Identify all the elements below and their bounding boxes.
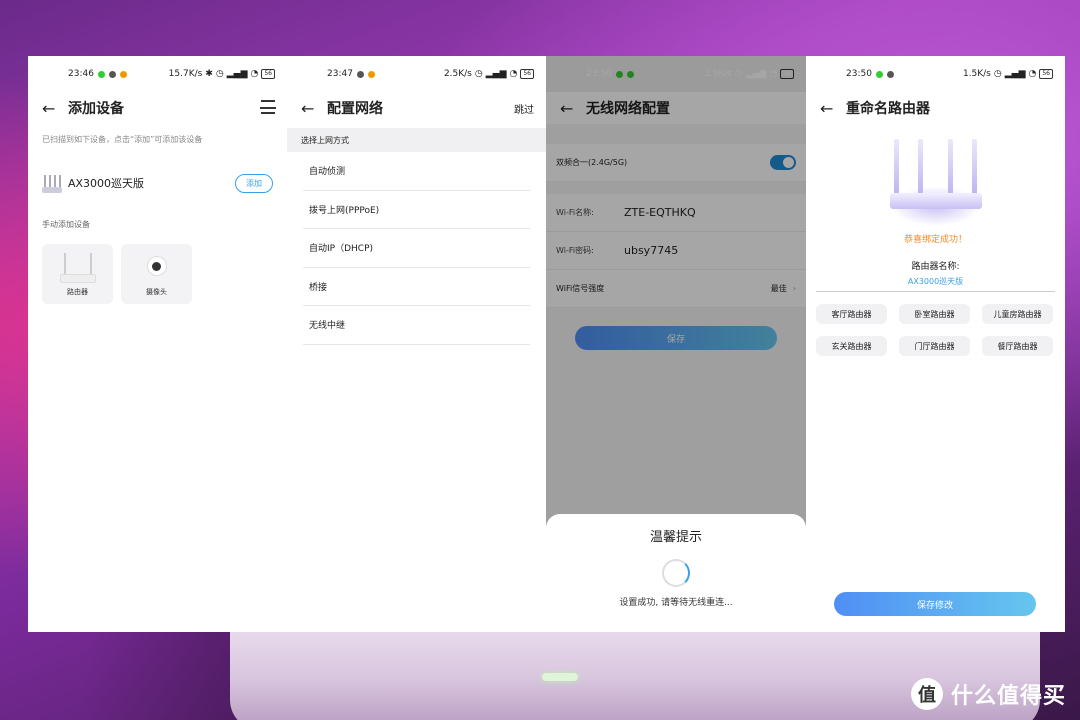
tile-label: 路由器 bbox=[67, 288, 88, 296]
router-icon bbox=[56, 249, 100, 283]
notification-icon bbox=[119, 70, 127, 78]
section-header: 选择上网方式 bbox=[287, 128, 546, 152]
signal-icon: ▂▄▆ bbox=[1004, 69, 1026, 79]
option-wireless-relay[interactable]: 无线中继 bbox=[303, 306, 530, 345]
watermark: 值 什么值得买 bbox=[910, 678, 1066, 710]
skip-button[interactable]: 跳过 bbox=[514, 101, 534, 116]
notification-icon bbox=[356, 70, 364, 78]
suggestion-chip[interactable]: 客厅路由器 bbox=[816, 304, 887, 324]
suggestion-chip[interactable]: 卧室路由器 bbox=[899, 304, 970, 324]
page-title: 配置网络 bbox=[327, 101, 383, 117]
router-name-label: 路由器名称: bbox=[911, 262, 960, 272]
found-device-row: AX3000巡天版 添加 bbox=[28, 163, 287, 203]
watermark-logo-icon: 值 bbox=[910, 678, 943, 710]
status-bar: 23:47 2.5K/s ◷ ▂▄▆ ◔ 56 bbox=[287, 56, 546, 92]
status-time: 23:50 bbox=[846, 69, 872, 79]
option-dhcp[interactable]: 自动IP（DHCP) bbox=[303, 229, 530, 268]
notification-icon bbox=[367, 70, 375, 78]
back-arrow-icon[interactable]: ← bbox=[301, 99, 327, 118]
loading-spinner-icon bbox=[662, 559, 690, 587]
rename-router-screen: 23:50 1.5K/s ◷ ▂▄▆ ◔ 56 ← 重命名路由器 恭喜绑定成功！ 路由器… bbox=[806, 56, 1065, 632]
wifi-icon: ◔ bbox=[1028, 69, 1037, 79]
app-bar: ← 重命名路由器 bbox=[806, 92, 1065, 124]
status-time: 23:47 bbox=[327, 69, 353, 79]
manual-add-label: 手动添加设备 bbox=[42, 220, 90, 229]
suggestion-chip[interactable]: 餐厅路由器 bbox=[982, 336, 1053, 356]
screenshots-row: 23:46 15.7K/s ✱ ◷ ▂▄▆ ◔ 56 ← 添加设备 已扫描到如下设备，点击… bbox=[28, 56, 1065, 632]
back-arrow-icon[interactable]: ← bbox=[42, 99, 68, 118]
status-bar: 23:50 1.5K/s ◷ ▂▄▆ ◔ 56 bbox=[806, 56, 1065, 92]
alarm-icon: ◷ bbox=[993, 69, 1002, 79]
alarm-icon: ◷ bbox=[215, 69, 224, 79]
router-name-input[interactable]: AX3000巡天版 bbox=[816, 276, 1055, 292]
tile-camera[interactable]: 摄像头 bbox=[121, 244, 192, 304]
suggestion-chip[interactable]: 门厅路由器 bbox=[899, 336, 970, 356]
suggestion-chip[interactable]: 玄关路由器 bbox=[816, 336, 887, 356]
alarm-icon: ◷ bbox=[474, 69, 483, 79]
battery-icon: 56 bbox=[261, 69, 275, 79]
name-suggestions: 客厅路由器 卧室路由器 儿童房路由器 玄关路由器 门厅路由器 餐厅路由器 bbox=[806, 304, 1065, 356]
option-pppoe[interactable]: 拨号上网(PPPoE) bbox=[303, 191, 530, 229]
router-icon bbox=[42, 173, 62, 193]
add-device-screen: 23:46 15.7K/s ✱ ◷ ▂▄▆ ◔ 56 ← 添加设备 已扫描到如下设备，点击… bbox=[28, 56, 287, 632]
save-changes-button[interactable]: 保存修改 bbox=[834, 592, 1036, 616]
notification-icon bbox=[108, 70, 116, 78]
signal-icon: ▂▄▆ bbox=[226, 69, 248, 79]
configure-network-screen: 23:47 2.5K/s ◷ ▂▄▆ ◔ 56 ← 配置网络 跳过 选择上网方式 自动侦… bbox=[287, 56, 546, 632]
watermark-text: 什么值得买 bbox=[950, 684, 1066, 709]
add-button[interactable]: 添加 bbox=[235, 173, 273, 193]
status-time: 23:46 bbox=[68, 69, 94, 79]
notification-icon bbox=[875, 70, 883, 78]
signal-icon: ▂▄▆ bbox=[485, 69, 507, 79]
network-speed: 15.7K/s bbox=[168, 69, 203, 79]
connection-type-list: 自动侦测 拨号上网(PPPoE) 自动IP（DHCP) 桥接 无线中继 bbox=[287, 152, 546, 345]
camera-icon bbox=[135, 249, 179, 283]
scan-icon[interactable] bbox=[260, 100, 276, 114]
wifi-icon: ◔ bbox=[250, 69, 259, 79]
scan-hint: 已扫描到如下设备，点击“添加”可添加该设备 bbox=[42, 135, 203, 144]
notification-icon bbox=[886, 70, 894, 78]
dialog-title: 温馨提示 bbox=[649, 530, 702, 545]
back-arrow-icon[interactable]: ← bbox=[820, 99, 846, 118]
tip-dialog: 温馨提示 设置成功, 请等待无线重连... bbox=[546, 514, 806, 632]
device-type-tiles: 路由器 摄像头 bbox=[28, 244, 287, 304]
wireless-config-screen: 23:50 3.9K/s ◷ ▂▄▆ ◔ 56 ← 无线网络配置 双频合一(2.4G/5… bbox=[546, 56, 806, 632]
status-bar: 23:46 15.7K/s ✱ ◷ ▂▄▆ ◔ 56 bbox=[28, 56, 287, 92]
page-title: 添加设备 bbox=[68, 101, 124, 117]
tile-router[interactable]: 路由器 bbox=[42, 244, 113, 304]
router-led bbox=[542, 673, 578, 681]
network-speed: 1.5K/s bbox=[962, 69, 991, 79]
router-illustration bbox=[806, 126, 1065, 226]
notification-icon bbox=[97, 70, 105, 78]
network-speed: 2.5K/s bbox=[443, 69, 472, 79]
tile-label: 摄像头 bbox=[146, 288, 167, 296]
battery-icon: 56 bbox=[1039, 69, 1053, 79]
option-bridge[interactable]: 桥接 bbox=[303, 268, 530, 306]
battery-icon: 56 bbox=[520, 69, 534, 79]
app-bar: ← 添加设备 bbox=[28, 92, 287, 124]
router-icon bbox=[888, 139, 984, 209]
found-device-name: AX3000巡天版 bbox=[68, 177, 145, 190]
option-auto-detect[interactable]: 自动侦测 bbox=[303, 152, 530, 191]
wifi-icon: ◔ bbox=[509, 69, 518, 79]
app-bar: ← 配置网络 跳过 bbox=[287, 92, 546, 124]
dialog-message: 设置成功, 请等待无线重连... bbox=[619, 598, 733, 608]
suggestion-chip[interactable]: 儿童房路由器 bbox=[982, 304, 1053, 324]
bind-success-text: 恭喜绑定成功！ bbox=[903, 235, 967, 245]
page-title: 重命名路由器 bbox=[846, 101, 930, 117]
bluetooth-icon: ✱ bbox=[205, 69, 213, 79]
